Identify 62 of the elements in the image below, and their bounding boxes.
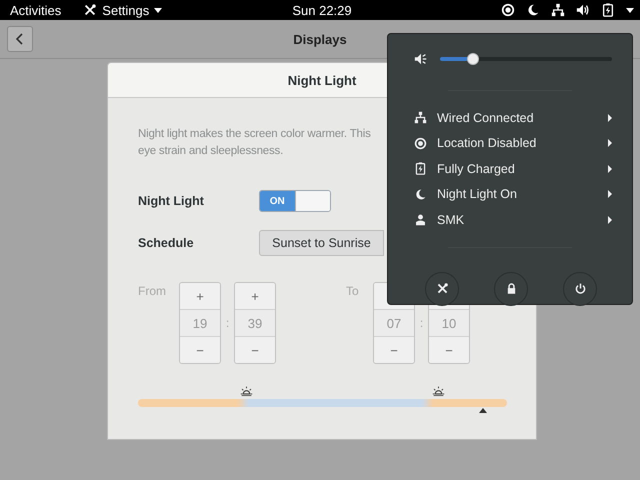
time-separator: : (418, 316, 424, 330)
minute-spinner[interactable]: + 39 − (234, 282, 276, 364)
volume-icon (576, 3, 590, 17)
time-value: 19 (180, 309, 220, 337)
moon-icon (526, 3, 540, 17)
battery-icon (601, 3, 615, 17)
power-button[interactable] (563, 272, 597, 306)
dialog-title: Night Light (288, 72, 356, 88)
menu-item[interactable]: Wired Connected (437, 110, 598, 125)
settings-button[interactable] (425, 272, 459, 306)
arrow-icon (608, 114, 612, 122)
volume-slider[interactable] (440, 53, 612, 65)
arrow-icon (608, 190, 612, 198)
location-icon (414, 136, 427, 150)
arrow-icon (608, 216, 612, 224)
network-icon (551, 3, 565, 17)
decrement-button[interactable]: − (429, 337, 469, 363)
caret-icon (154, 8, 162, 12)
back-icon (15, 33, 25, 45)
decrement-button[interactable]: − (180, 337, 220, 363)
sunrise-icon (432, 385, 445, 398)
arrow-icon (608, 139, 612, 148)
user-icon (414, 213, 427, 226)
time-value: 10 (429, 309, 469, 337)
back-button[interactable] (7, 26, 33, 52)
time-value: 07 (374, 309, 414, 337)
from-label: From (138, 283, 167, 300)
power-icon (574, 282, 586, 295)
caret-icon[interactable] (626, 8, 634, 12)
slider-thumb[interactable] (466, 53, 479, 65)
time-value: 39 (235, 309, 275, 337)
window-title: Displays (292, 32, 348, 46)
current-time-marker (479, 408, 487, 413)
moon-icon (414, 188, 427, 201)
clock[interactable]: Sun 22:29 (218, 2, 426, 18)
increment-button[interactable]: + (180, 283, 220, 309)
settings-icon (83, 3, 98, 17)
sunset-icon (240, 385, 253, 398)
menu-item[interactable]: Fully Charged (437, 162, 598, 176)
schedule-button[interactable]: Sunset to Sunrise (259, 230, 384, 256)
arrow-icon (608, 164, 612, 173)
activities-button[interactable]: Activities (10, 2, 62, 18)
schedule-label: Schedule (138, 236, 195, 250)
night-light-label: Night Light (138, 194, 205, 208)
battery-icon (414, 162, 427, 176)
description: Night light makes the screen color warmer. This eye strain and sleeplessness. (138, 127, 371, 159)
night-light-switch[interactable]: ON (259, 190, 331, 212)
hour-spinner[interactable]: + 19 − (179, 282, 221, 364)
volume-icon (414, 52, 428, 66)
location-icon (501, 3, 515, 17)
lock-button[interactable] (494, 272, 528, 306)
decrement-button[interactable]: − (235, 337, 275, 363)
menu-item[interactable]: Night Light On (437, 187, 598, 202)
to-label: To (346, 283, 360, 300)
settings-icon (436, 282, 448, 295)
menu-item[interactable]: SMK (437, 212, 598, 227)
time-separator: : (224, 316, 230, 330)
app-menu[interactable]: Settings (102, 2, 150, 18)
decrement-button[interactable]: − (374, 337, 414, 363)
menu-item[interactable]: Location Disabled (437, 136, 598, 150)
increment-button[interactable]: + (235, 283, 275, 309)
network-icon (414, 111, 427, 124)
